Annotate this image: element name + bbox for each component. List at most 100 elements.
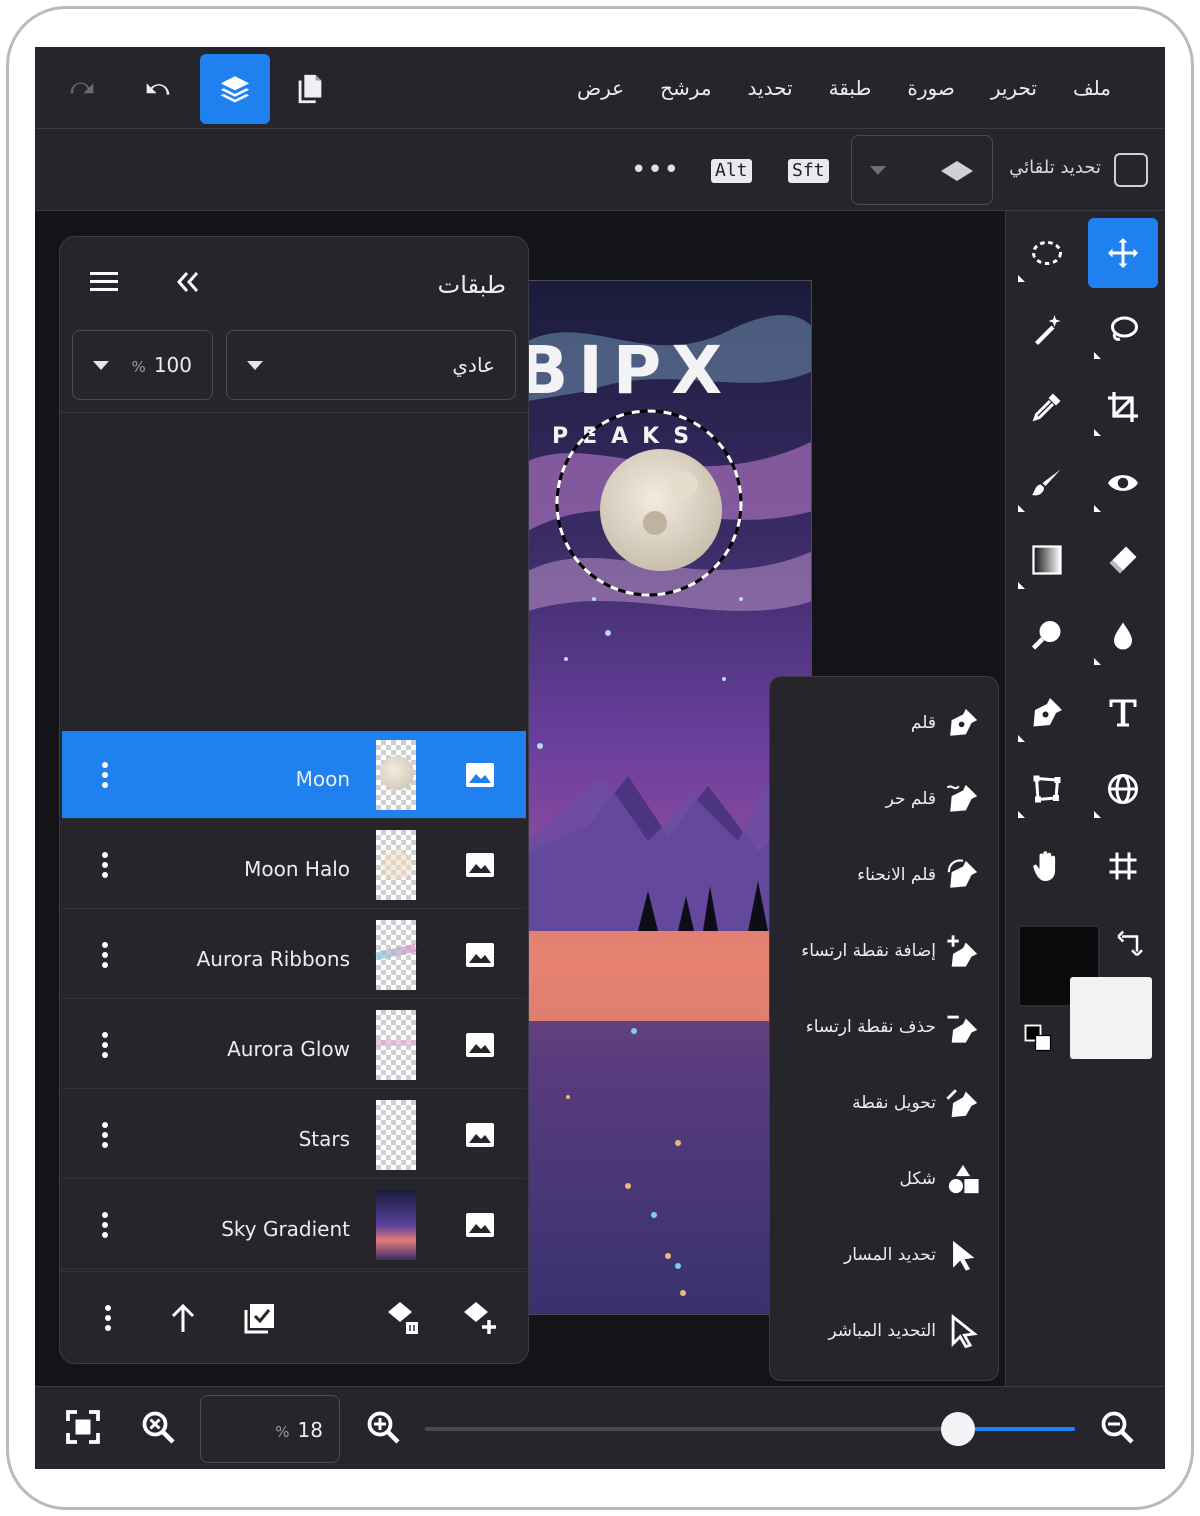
menu-item-path-selection[interactable]: تحديد المسار [770,1225,980,1285]
menu-item-convert-point[interactable]: تحويل نقطة [770,1073,980,1133]
layers-toggle-button[interactable] [200,54,270,124]
layer-row[interactable]: Moon Halo [62,821,526,909]
zoom-out-icon[interactable] [1099,1409,1135,1445]
layer-name: Moon [295,767,350,791]
layer-thumbnail [375,920,417,990]
layer-options-icon[interactable] [102,1211,108,1239]
grid-tool[interactable] [1088,831,1158,901]
opacity-value: % 100 [131,353,192,377]
chevron-down-icon [247,361,263,370]
delete-layer-icon[interactable] [386,1300,422,1336]
convert-point-icon [946,1089,978,1118]
red-eye-tool[interactable] [1088,448,1158,518]
arrow-up-icon[interactable] [165,1300,201,1336]
eye-icon [1108,475,1138,491]
menu-select[interactable]: تحديد [730,76,811,100]
warp-tool[interactable] [1088,754,1158,824]
layer-row[interactable]: Stars [62,1091,526,1179]
layer-thumbnail [376,1100,416,1170]
layer-options-icon[interactable] [102,851,108,879]
bottom-bar: % 18 [35,1386,1165,1469]
background-color-swatch[interactable] [1070,977,1152,1059]
globe-icon [1108,774,1138,804]
menu-item-direct-selection[interactable]: التحديد المباشر [770,1301,980,1361]
menu-layer[interactable]: طبقة [811,76,890,100]
menu-item-curvature-pen[interactable]: قلم الانحناء [770,845,980,905]
fit-screen-icon[interactable] [65,1409,101,1445]
menu-view[interactable]: عرض [559,76,642,100]
collapse-panel-icon[interactable] [173,269,203,295]
zoom-level-field[interactable]: % 18 [200,1395,340,1463]
freeform-pen-icon [946,784,978,812]
zoom-reset-icon[interactable] [140,1409,176,1445]
text-tool[interactable] [1088,678,1158,748]
shift-key-toggle[interactable]: Sft [788,159,829,183]
curvature-pen-icon [947,859,978,888]
layer-options-icon[interactable] [102,1121,108,1149]
opacity-field[interactable]: % 100 [72,330,213,400]
menu-item-freeform-pen[interactable]: قلم حر [770,769,980,829]
transform-tool[interactable] [1012,754,1082,824]
shapes-icon [948,1164,979,1194]
magic-wand-tool[interactable] [1012,295,1082,365]
layer-row[interactable]: Sky Gradient [62,1181,526,1269]
redo-button[interactable] [47,54,117,124]
brush-tool[interactable] [1012,448,1082,518]
more-vertical-icon[interactable] [90,1300,126,1336]
menu-item-add-anchor-point[interactable]: إضافة نقطة ارتساء [770,921,980,981]
blur-tool[interactable] [1088,601,1158,671]
menu-item-shape[interactable]: شكل [770,1149,980,1209]
dodge-icon [1031,621,1061,650]
auto-select-checkbox[interactable] [1114,153,1148,187]
merge-layers-icon[interactable] [242,1300,278,1336]
menu-file[interactable]: ملف [1055,76,1129,100]
pages-button[interactable] [275,54,345,124]
undo-button[interactable] [123,54,193,124]
eraser-tool[interactable] [1088,525,1158,595]
dodge-tool[interactable] [1012,601,1082,671]
gradient-icon [1032,545,1062,575]
layers-icon [220,76,250,103]
layer-row[interactable]: Moon [62,731,526,819]
layer-name: Moon Halo [244,857,350,881]
layers-footer [60,1271,528,1363]
layer-row[interactable]: Aurora Ribbons [62,911,526,999]
layer-thumbnail [376,830,416,900]
menu-filter[interactable]: مرشح [642,76,729,100]
menu-item-delete-anchor-point[interactable]: حذف نقطة ارتساء [770,997,980,1057]
image-layer-icon [466,1213,494,1237]
blend-mode-select[interactable]: عادي [226,330,516,400]
more-options-button[interactable]: ••• [631,155,680,185]
grid-icon [1109,852,1137,880]
eyedropper-tool[interactable] [1012,372,1082,442]
layer-options-icon[interactable] [102,761,108,789]
artwork-subtitle: PEAKS [552,424,703,449]
lasso-tool[interactable] [1088,295,1158,365]
marquee-tool[interactable] [1012,218,1082,288]
pen-tool-menu: قلم قلم حر قلم الانحناء إضافة نقطة ارتسا… [769,676,999,1381]
hand-tool[interactable] [1012,831,1082,901]
redo-icon [70,82,94,94]
alt-key-toggle[interactable]: Alt [711,159,752,183]
add-layer-icon[interactable] [462,1300,498,1336]
gradient-tool[interactable] [1012,525,1082,595]
target-dropdown[interactable] [851,135,993,205]
zoom-slider-handle[interactable] [941,1412,975,1446]
move-tool[interactable] [1088,218,1158,288]
layer-options-icon[interactable] [102,1031,108,1059]
hamburger-menu-icon[interactable] [90,269,120,295]
eraser-icon [1109,546,1137,574]
swap-colors-icon[interactable] [1117,929,1147,959]
menu-item-pen[interactable]: قلم [770,693,980,753]
zoom-slider[interactable] [425,1412,1075,1446]
artwork-title: BIPX [528,332,732,409]
menu-image[interactable]: صورة [889,76,972,100]
menu-edit[interactable]: تحرير [973,76,1055,100]
pen-tool[interactable] [1012,678,1082,748]
zoom-in-icon[interactable] [365,1409,401,1445]
layer-options-icon[interactable] [102,941,108,969]
layer-target-icon [941,161,973,181]
default-colors-icon[interactable] [1023,1023,1053,1053]
layer-row[interactable]: Aurora Glow [62,1001,526,1089]
crop-tool[interactable] [1088,372,1158,442]
